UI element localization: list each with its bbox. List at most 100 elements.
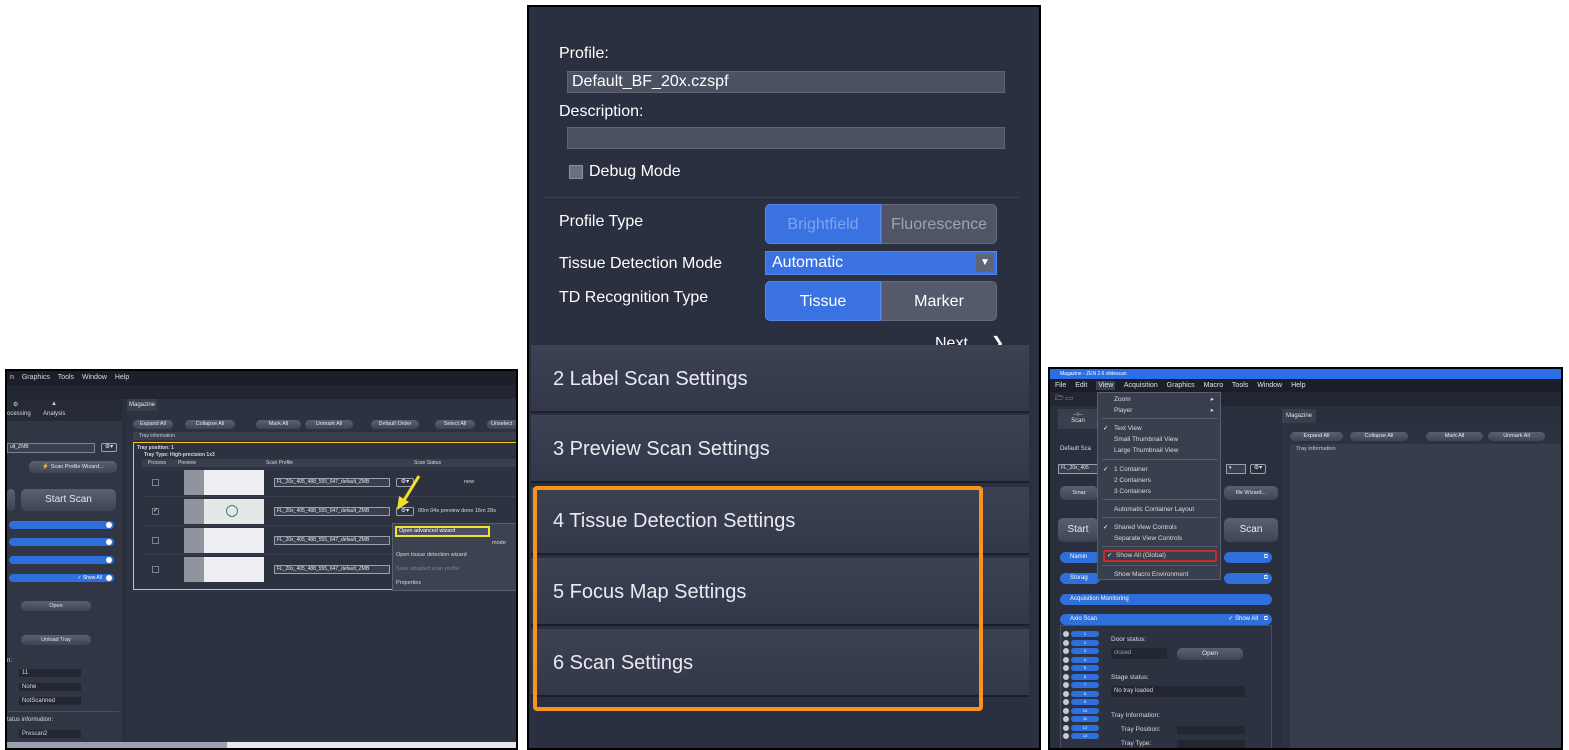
scan-button[interactable]: Scan — [1224, 518, 1278, 542]
expand-icon[interactable] — [106, 575, 112, 581]
tray-slot[interactable]: 9 — [1071, 699, 1099, 705]
profile-field[interactable]: Default_BF_20x.czspf — [567, 71, 1005, 93]
menu-edit[interactable]: Edit — [1075, 382, 1087, 389]
tray-slot[interactable]: 7 — [1071, 682, 1099, 688]
expand-icon[interactable] — [106, 522, 112, 528]
row-checkbox[interactable] — [152, 537, 159, 544]
section-preview-scan-settings[interactable]: 3 Preview Scan Settings — [531, 415, 1029, 483]
menu-acquisition[interactable]: Acquisition — [1124, 382, 1158, 389]
menu-window[interactable]: Window — [1257, 382, 1282, 389]
menu-item-separate-view-controls[interactable]: Separate View Controls — [1098, 533, 1220, 544]
menu-item-player[interactable]: Player ▸ — [1098, 405, 1220, 416]
gear-icon[interactable]: ⚙▾ — [101, 443, 117, 452]
smart-button[interactable]: Smar — [1060, 486, 1098, 500]
menu-file[interactable]: File — [1055, 382, 1066, 389]
naming-bar-end[interactable]: ⧉ — [1224, 552, 1272, 563]
tray-slot[interactable]: 12 — [1071, 725, 1099, 731]
row-checkbox[interactable] — [152, 566, 159, 573]
scan-profile-select[interactable]: FL_20x_405_488_555_647_default_ZMB — [274, 478, 390, 487]
properties-item[interactable]: Properties — [396, 580, 421, 586]
debug-mode-checkbox[interactable] — [569, 165, 583, 179]
default-order-button[interactable]: Default Order — [371, 420, 419, 429]
menu-item-3-containers[interactable]: 3 Containers — [1098, 486, 1220, 497]
horizontal-scrollbar[interactable] — [7, 742, 227, 748]
tissue-detection-mode-dropdown[interactable]: Automatic ▼ — [765, 251, 997, 275]
select-all-button[interactable]: Select All — [435, 420, 475, 429]
unload-tray-button[interactable]: Unload Tray — [21, 635, 91, 645]
tray-slot[interactable]: 10 — [1071, 708, 1099, 714]
menu-window[interactable]: Window — [82, 374, 107, 381]
start-button[interactable]: Start — [1058, 518, 1098, 542]
acquisition-monitoring-bar[interactable]: Acquisition Monitoring — [1060, 594, 1272, 605]
show-all-label[interactable]: ✓ Show All — [77, 575, 102, 581]
context-mode-item[interactable]: mode — [492, 540, 506, 546]
profile-select[interactable]: FL_20x_405 — [1058, 464, 1098, 474]
collapse-all-button[interactable]: Collapse All — [185, 420, 235, 429]
menu-item-shared-view-controls[interactable]: ✓ Shared View Controls — [1098, 522, 1220, 533]
menu-item-1-container[interactable]: ✓ 1 Container — [1098, 464, 1220, 475]
expand-icon[interactable] — [106, 539, 112, 545]
profile-select-end[interactable]: ▾ — [1226, 464, 1246, 474]
tray-slot[interactable]: 8 — [1071, 691, 1099, 697]
expand-all-button[interactable]: Expand All — [133, 420, 173, 429]
tab-processing[interactable]: ocessing — [7, 411, 31, 417]
menu-help[interactable]: Help — [115, 374, 129, 381]
menu-item-large-thumbnail[interactable]: Large Thumbnail View — [1098, 445, 1220, 456]
chevron-down-icon[interactable]: ▼ — [976, 254, 994, 272]
tab-analysis[interactable]: Analysis — [43, 411, 65, 417]
mark-all-button[interactable]: Mark All — [1426, 432, 1483, 441]
open-door-button[interactable]: Open — [1177, 648, 1243, 660]
marker-option[interactable]: Marker — [881, 281, 997, 321]
description-field[interactable] — [567, 127, 1005, 149]
tray-slot[interactable]: 2 — [1071, 640, 1099, 646]
menu-help[interactable]: Help — [1291, 382, 1305, 389]
expand-icon[interactable]: ⧉ — [1264, 614, 1268, 625]
menu-item-text-view[interactable]: ✓ Text View — [1098, 423, 1220, 434]
tray-slot[interactable]: 6 — [1071, 674, 1099, 680]
axio-scan-bar[interactable]: Axio Scan ✓ Show All ⧉ — [1060, 614, 1272, 625]
row-checkbox[interactable] — [152, 479, 159, 486]
monitoring-bar[interactable] — [9, 556, 114, 564]
unmark-all-button[interactable]: Unmark All — [1488, 432, 1545, 441]
tab-magazine[interactable]: Magazine — [127, 399, 157, 411]
scan-profile-select[interactable]: FL_20x_405_488_555_647_default_ZMB — [274, 536, 390, 545]
storage-bar-end[interactable]: ⧉ — [1224, 573, 1272, 584]
smart-button-fragment[interactable] — [7, 489, 15, 511]
section-label-scan-settings[interactable]: 2 Label Scan Settings — [531, 345, 1029, 413]
start-scan-button[interactable]: Start Scan — [21, 489, 116, 511]
storage-bar[interactable]: Storag — [1060, 573, 1100, 584]
unselect-button[interactable]: Unselect — [487, 420, 516, 429]
mark-all-button[interactable]: Mark All — [256, 420, 301, 429]
tray-slot[interactable]: 5 — [1071, 665, 1099, 671]
menu-tools[interactable]: Tools — [1232, 382, 1248, 389]
folder-open-icon[interactable]: 🗁 — [1055, 395, 1064, 402]
menu-graphics[interactable]: Graphics — [1167, 382, 1195, 389]
tray-slot[interactable]: 4 — [1071, 657, 1099, 663]
menu-item-show-macro-environment[interactable]: Show Macro Environment — [1098, 569, 1220, 580]
show-all-toggle[interactable]: ✓ Show All — [1228, 614, 1258, 625]
menu-macro[interactable]: Macro — [1204, 382, 1223, 389]
expand-all-button[interactable]: Expand All — [1290, 432, 1343, 441]
open-tissue-detection-wizard-item[interactable]: Open tissue detection wizard — [396, 552, 467, 558]
tray-slot[interactable]: 3 — [1071, 648, 1099, 654]
scan-profile-wizard-button[interactable]: ⚡ Scan Profile Wizard... — [29, 461, 117, 473]
naming-bar[interactable]: Namin — [1060, 552, 1100, 563]
tray-slot[interactable]: 11 — [1071, 716, 1099, 722]
tab-scan[interactable]: -⊹- Scan — [1058, 409, 1098, 429]
expand-icon[interactable] — [106, 557, 112, 563]
table-row[interactable]: FL_20x_405_488_555_647_default_ZMB ⚙▾ ne… — [142, 469, 516, 497]
menu-tools[interactable]: Tools — [58, 374, 74, 381]
menu-view[interactable]: View — [1096, 381, 1116, 390]
collapse-all-button[interactable]: Collapse All — [1350, 432, 1408, 441]
open-door-button[interactable]: Open — [21, 601, 91, 611]
scan-profile-select[interactable]: FL_20x_405_488_555_647_default_ZMB — [274, 507, 390, 516]
unmark-all-button[interactable]: Unmark All — [305, 420, 353, 429]
save-icon[interactable]: ▭ — [1066, 395, 1073, 402]
storage-bar[interactable] — [9, 538, 114, 546]
tab-magazine[interactable]: Magazine — [1282, 409, 1316, 423]
scan-profile-wizard-button[interactable]: file Wizard... — [1224, 486, 1278, 500]
menu-item-small-thumbnail[interactable]: Small Thumbnail View — [1098, 434, 1220, 445]
menu-graphics[interactable]: Graphics — [22, 374, 50, 381]
profile-select[interactable]: ult_ZMB — [7, 443, 95, 453]
naming-bar[interactable] — [9, 521, 114, 529]
